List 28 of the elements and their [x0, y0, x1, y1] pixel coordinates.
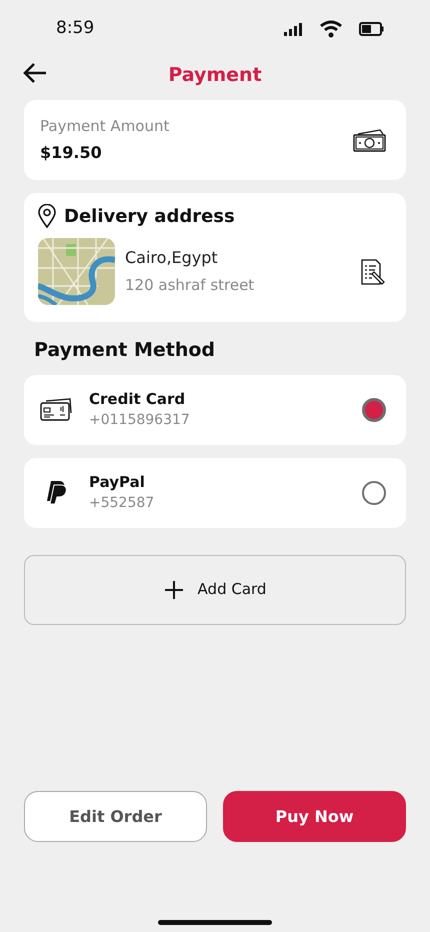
add-card-button[interactable]: Add Card [24, 554, 406, 624]
radio-button[interactable] [362, 398, 386, 422]
payment-method-item[interactable]: Credit Card +0115896317 [24, 374, 406, 444]
method-name: Credit Card [89, 388, 186, 410]
delivery-title: Delivery address [64, 205, 235, 229]
edit-order-button[interactable]: Edit Order [24, 791, 207, 842]
wifi-icon [319, 20, 343, 38]
page-title: Payment [168, 62, 262, 88]
method-number: +0115896317 [89, 411, 191, 430]
amount-label: Payment Amount [40, 116, 170, 137]
method-name: PayPal [89, 472, 146, 493]
battery-icon [359, 22, 384, 36]
plus-icon [164, 580, 184, 600]
radio-button[interactable] [362, 480, 386, 504]
signal-icon [283, 22, 303, 36]
method-number: +552587 [89, 494, 156, 514]
money-icon [353, 127, 386, 153]
document-edit-icon [360, 258, 386, 286]
back-icon[interactable] [22, 62, 48, 84]
section-title: Payment Method [33, 338, 216, 363]
amount-value: $19.50 [40, 142, 103, 164]
city-text: Cairo,Egypt [125, 247, 219, 270]
location-pin-icon [38, 204, 56, 229]
payment-method-item[interactable]: PayPal +552587 [24, 458, 406, 528]
buy-now-button[interactable]: Puy Now [223, 791, 406, 842]
credit-card-icon [40, 396, 73, 423]
street-text: 120 ashraf street [125, 275, 256, 296]
status-time: 8:59 [56, 17, 94, 40]
